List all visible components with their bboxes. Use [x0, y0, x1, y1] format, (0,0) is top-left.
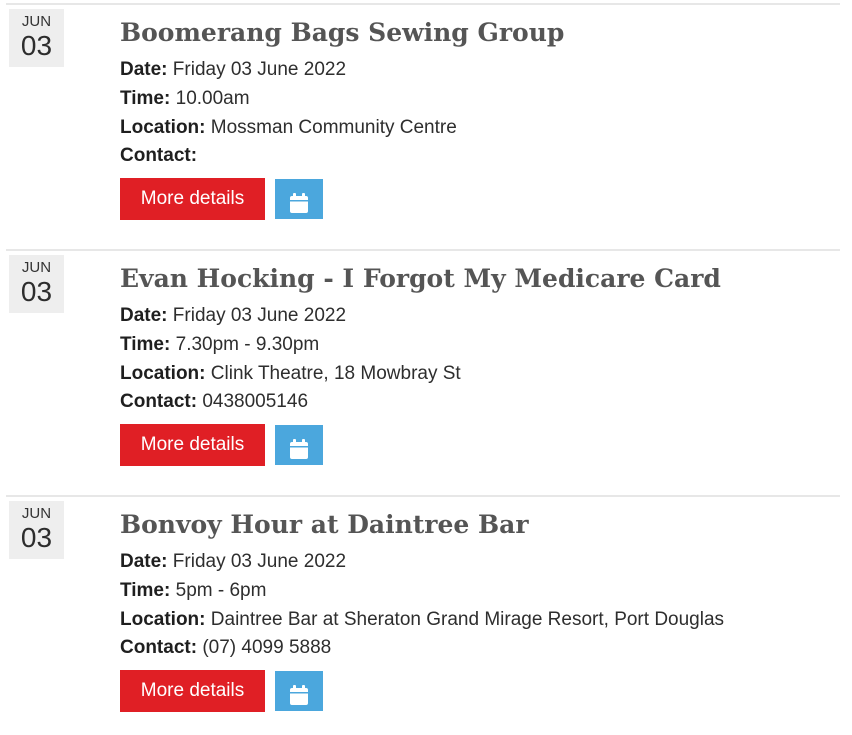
- date-day: 03: [20, 276, 53, 307]
- calendar-icon: [290, 439, 308, 459]
- contact-label: Contact:: [120, 637, 198, 658]
- location-value: Mossman Community Centre: [210, 117, 457, 138]
- event-date: Date: Friday 03 June 2022: [120, 550, 346, 574]
- more-details-button[interactable]: More details: [120, 178, 265, 220]
- location-label: Location:: [120, 117, 206, 138]
- event-contact: Contact: 0438005146: [120, 390, 308, 414]
- event-contact: Contact:: [120, 144, 197, 168]
- event-location: Location: Clink Theatre, 18 Mowbray St: [120, 362, 461, 386]
- date-label: Date:: [120, 305, 168, 326]
- event-location: Location: Daintree Bar at Sheraton Grand…: [120, 608, 724, 632]
- more-details-button[interactable]: More details: [120, 670, 265, 712]
- add-to-calendar-button[interactable]: [275, 179, 323, 219]
- date-badge: JUN 03: [9, 9, 64, 67]
- add-to-calendar-button[interactable]: [275, 425, 323, 465]
- date-month: JUN: [21, 505, 52, 522]
- time-value: 7.30pm - 9.30pm: [175, 334, 320, 355]
- event-item: JUN 03 Evan Hocking - I Forgot My Medica…: [6, 249, 840, 487]
- date-badge: JUN 03: [9, 501, 64, 559]
- time-value: 10.00am: [175, 88, 250, 109]
- event-time: Time: 5pm - 6pm: [120, 579, 266, 603]
- more-details-button[interactable]: More details: [120, 424, 265, 466]
- location-value: Clink Theatre, 18 Mowbray St: [210, 363, 461, 384]
- time-label: Time:: [120, 334, 171, 355]
- date-value: Friday 03 June 2022: [172, 59, 347, 80]
- date-value: Friday 03 June 2022: [172, 305, 347, 326]
- event-date: Date: Friday 03 June 2022: [120, 58, 346, 82]
- location-label: Location:: [120, 609, 206, 630]
- event-item: JUN 03 Boomerang Bags Sewing Group Date:…: [6, 3, 840, 241]
- event-item: JUN 03 Bonvoy Hour at Daintree Bar Date:…: [6, 495, 840, 733]
- event-time: Time: 10.00am: [120, 87, 250, 111]
- event-title[interactable]: Boomerang Bags Sewing Group: [120, 17, 564, 49]
- event-location: Location: Mossman Community Centre: [120, 116, 457, 140]
- date-day: 03: [20, 522, 53, 553]
- event-title[interactable]: Bonvoy Hour at Daintree Bar: [120, 509, 529, 541]
- date-label: Date:: [120, 551, 168, 572]
- time-label: Time:: [120, 88, 171, 109]
- date-day: 03: [20, 30, 53, 61]
- event-time: Time: 7.30pm - 9.30pm: [120, 333, 319, 357]
- contact-value: 0438005146: [202, 391, 309, 412]
- date-label: Date:: [120, 59, 168, 80]
- add-to-calendar-button[interactable]: [275, 671, 323, 711]
- event-date: Date: Friday 03 June 2022: [120, 304, 346, 328]
- location-label: Location:: [120, 363, 206, 384]
- calendar-icon: [290, 193, 308, 213]
- contact-label: Contact:: [120, 145, 198, 166]
- event-contact: Contact: (07) 4099 5888: [120, 636, 331, 660]
- date-badge: JUN 03: [9, 255, 64, 313]
- calendar-icon: [290, 685, 308, 705]
- contact-label: Contact:: [120, 391, 198, 412]
- date-value: Friday 03 June 2022: [172, 551, 347, 572]
- contact-value: (07) 4099 5888: [202, 637, 332, 658]
- location-value: Daintree Bar at Sheraton Grand Mirage Re…: [210, 609, 725, 630]
- date-month: JUN: [21, 13, 52, 30]
- time-label: Time:: [120, 580, 171, 601]
- time-value: 5pm - 6pm: [175, 580, 267, 601]
- event-title[interactable]: Evan Hocking - I Forgot My Medicare Card: [120, 263, 721, 295]
- date-month: JUN: [21, 259, 52, 276]
